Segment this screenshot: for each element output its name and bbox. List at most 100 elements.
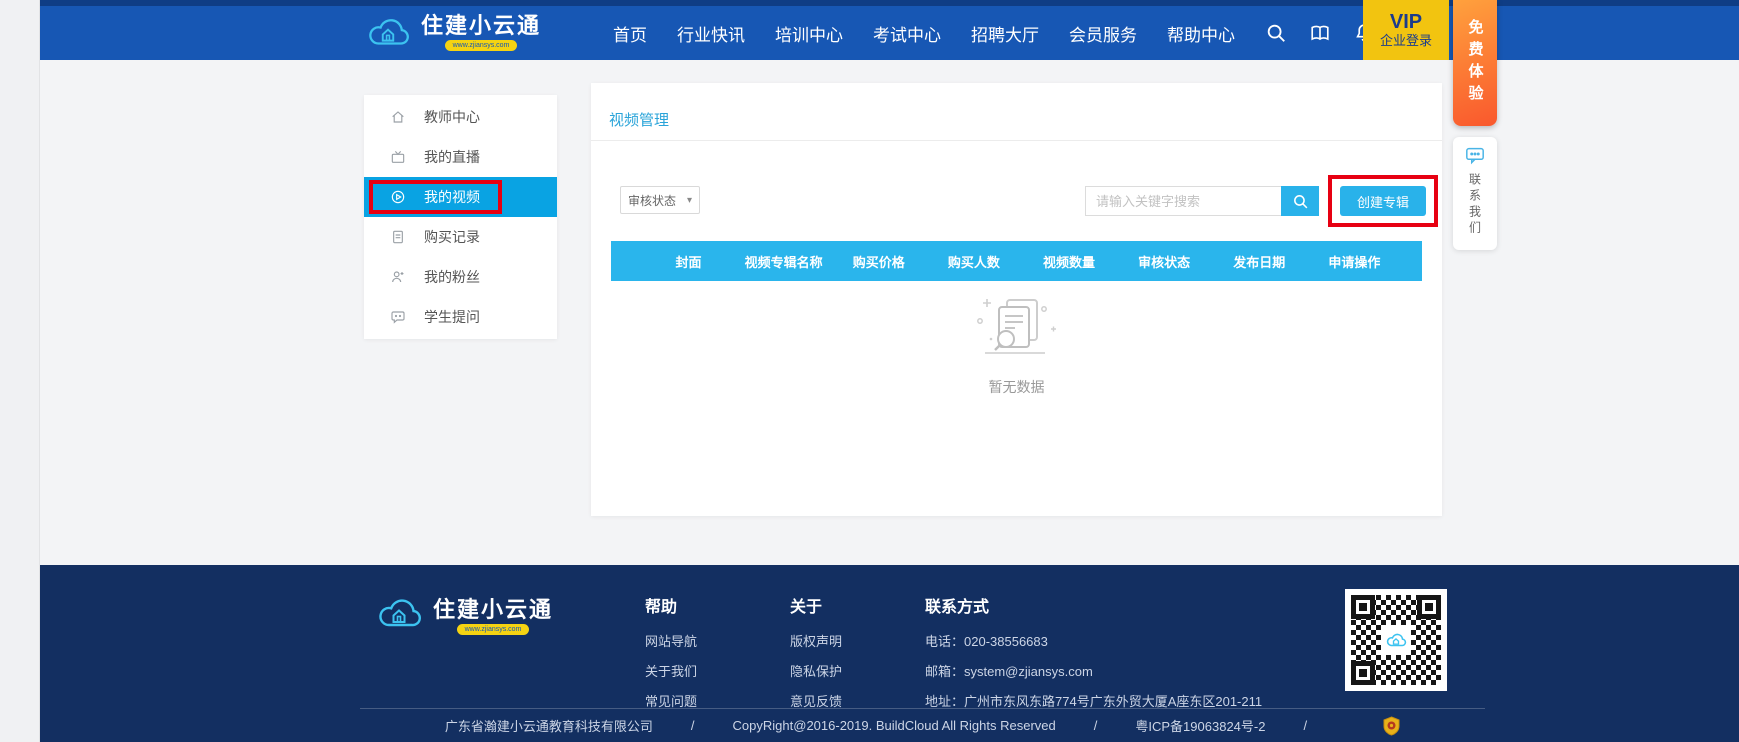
qr-pattern bbox=[1351, 595, 1441, 685]
empty-state: 暂无数据 bbox=[591, 295, 1442, 397]
cloud-logo-icon bbox=[375, 593, 423, 640]
sidebar: 教师中心 我的直播 我的视频 购买记录 我的粉丝 学生提问 bbox=[364, 95, 557, 339]
logo-text-block: 住建小云通 www.zjiansys.com bbox=[421, 15, 541, 51]
comment-icon bbox=[390, 309, 406, 325]
sidebar-item-label: 学生提问 bbox=[424, 307, 480, 327]
footer-email: 邮箱：system@zjiansys.com bbox=[925, 661, 1262, 680]
tv-icon bbox=[390, 149, 406, 165]
separator: / bbox=[1303, 718, 1307, 733]
video-management-panel: 视频管理 审核状态 ▾ 创建专辑 封面 视频专辑名称 购买价格 购买人数 视频数… bbox=[591, 83, 1442, 516]
logo-subtext: www.zjiansys.com bbox=[445, 40, 518, 51]
nav-item-exam-center[interactable]: 考试中心 bbox=[873, 21, 941, 46]
audit-status-value: 审核状态 bbox=[628, 192, 676, 209]
chat-bubble-icon bbox=[1465, 147, 1485, 165]
title-divider bbox=[591, 140, 1442, 141]
sidebar-item-label: 我的直播 bbox=[424, 147, 480, 167]
search-button[interactable] bbox=[1281, 186, 1319, 216]
cloud-logo-icon bbox=[365, 13, 411, 53]
gov-badge-icon[interactable] bbox=[1383, 716, 1400, 736]
footer-logo-text-block: 住建小云通 www.zjiansys.com bbox=[433, 599, 553, 635]
sidebar-item-my-live[interactable]: 我的直播 bbox=[364, 137, 557, 177]
copyright-text: CopyRight@2016-2019. BuildCloud All Righ… bbox=[733, 718, 1056, 733]
sidebar-item-student-questions[interactable]: 学生提问 bbox=[364, 297, 557, 337]
footer-column-about: 关于 版权声明 隐私保护 意见反馈 bbox=[790, 593, 842, 721]
nav-item-member-services[interactable]: 会员服务 bbox=[1069, 21, 1137, 46]
separator: / bbox=[691, 718, 695, 733]
column-header-actions: 申请操作 bbox=[1307, 252, 1402, 271]
separator: / bbox=[1094, 718, 1098, 733]
sidebar-item-my-fans[interactable]: 我的粉丝 bbox=[364, 257, 557, 297]
book-icon[interactable] bbox=[1309, 22, 1331, 44]
column-header-cover: 封面 bbox=[641, 252, 736, 271]
sidebar-item-my-videos-active[interactable]: 我的视频 bbox=[364, 177, 557, 217]
sidebar-item-label: 教师中心 bbox=[424, 107, 480, 127]
sidebar-item-purchase-records[interactable]: 购买记录 bbox=[364, 217, 557, 257]
footer-link-site-nav[interactable]: 网站导航 bbox=[645, 631, 697, 650]
sidebar-item-label: 我的粉丝 bbox=[424, 267, 480, 287]
column-header-publish-date: 发布日期 bbox=[1212, 252, 1307, 271]
play-circle-icon bbox=[390, 189, 406, 205]
contact-us-label: 联系我们 bbox=[1467, 173, 1484, 237]
footer-link-about-us[interactable]: 关于我们 bbox=[645, 661, 697, 680]
vip-label: VIP bbox=[1390, 11, 1422, 33]
footer-link-copyright-notice[interactable]: 版权声明 bbox=[790, 631, 842, 650]
site-logo[interactable]: 住建小云通 www.zjiansys.com bbox=[365, 13, 541, 53]
footer: 住建小云通 www.zjiansys.com 帮助 网站导航 关于我们 常见问题… bbox=[40, 565, 1739, 742]
vip-enterprise-login-button[interactable]: VIP 企业登录 bbox=[1363, 0, 1449, 60]
user-plus-icon bbox=[390, 269, 406, 285]
search-icon[interactable] bbox=[1265, 22, 1287, 44]
column-header-album-name: 视频专辑名称 bbox=[736, 252, 831, 271]
nav-item-training-center[interactable]: 培训中心 bbox=[775, 21, 843, 46]
nav-item-job-hall[interactable]: 招聘大厅 bbox=[971, 21, 1039, 46]
qr-center-logo bbox=[1381, 625, 1411, 655]
nav-item-industry-news[interactable]: 行业快讯 bbox=[677, 21, 745, 46]
footer-contact-title: 联系方式 bbox=[925, 593, 1262, 617]
footer-link-privacy[interactable]: 隐私保护 bbox=[790, 661, 842, 680]
enterprise-login-label: 企业登录 bbox=[1380, 33, 1432, 49]
footer-about-title: 关于 bbox=[790, 593, 842, 617]
nav-item-help-center[interactable]: 帮助中心 bbox=[1167, 21, 1235, 46]
free-trial-tab[interactable]: 免费体验 bbox=[1453, 0, 1497, 126]
footer-help-title: 帮助 bbox=[645, 593, 697, 617]
nav-item-home[interactable]: 首页 bbox=[613, 21, 647, 46]
footer-phone: 电话：020-38556683 bbox=[925, 631, 1262, 650]
logo-name: 住建小云通 bbox=[421, 15, 541, 37]
table-header-row: 封面 视频专辑名称 购买价格 购买人数 视频数量 审核状态 发布日期 申请操作 bbox=[611, 241, 1422, 281]
qr-code bbox=[1345, 589, 1447, 691]
qr-marker-icon bbox=[1417, 595, 1441, 619]
qr-marker-icon bbox=[1351, 595, 1375, 619]
column-header-audit-status: 审核状态 bbox=[1117, 252, 1212, 271]
qr-marker-icon bbox=[1351, 661, 1375, 685]
footer-logo-name: 住建小云通 bbox=[433, 599, 553, 621]
column-header-buyers: 购买人数 bbox=[926, 252, 1021, 271]
footer-bottom-bar: 广东省瀚建小云通教育科技有限公司 / CopyRight@2016-2019. … bbox=[360, 709, 1485, 742]
sidebar-item-label: 我的视频 bbox=[424, 187, 480, 207]
keyword-search-input[interactable] bbox=[1085, 186, 1281, 216]
column-header-video-count: 视频数量 bbox=[1022, 252, 1117, 271]
search-bar bbox=[1085, 186, 1319, 216]
free-trial-label: 免费体验 bbox=[1465, 19, 1486, 107]
footer-column-contact: 联系方式 电话：020-38556683 邮箱：system@zjiansys.… bbox=[925, 593, 1262, 721]
page: 住建小云通 www.zjiansys.com 首页 行业快讯 培训中心 考试中心… bbox=[0, 0, 1739, 742]
company-name: 广东省瀚建小云通教育科技有限公司 bbox=[445, 716, 653, 735]
sidebar-item-label: 购买记录 bbox=[424, 227, 480, 247]
sidebar-item-teacher-center[interactable]: 教师中心 bbox=[364, 97, 557, 137]
footer-logo: 住建小云通 www.zjiansys.com bbox=[375, 593, 553, 640]
column-header-price: 购买价格 bbox=[831, 252, 926, 271]
audit-status-select[interactable]: 审核状态 ▾ bbox=[620, 186, 700, 214]
footer-column-help: 帮助 网站导航 关于我们 常见问题 bbox=[645, 593, 697, 721]
nav-menu: 首页 行业快讯 培训中心 考试中心 招聘大厅 会员服务 帮助中心 bbox=[613, 21, 1235, 46]
icp-number[interactable]: 粤ICP备19063824号-2 bbox=[1135, 716, 1265, 735]
search-icon bbox=[1292, 193, 1309, 210]
no-data-icon bbox=[971, 295, 1063, 367]
empty-state-text: 暂无数据 bbox=[989, 377, 1045, 397]
chevron-down-icon: ▾ bbox=[687, 195, 692, 206]
left-gutter bbox=[0, 0, 40, 742]
create-album-button[interactable]: 创建专辑 bbox=[1340, 186, 1426, 216]
home-icon bbox=[390, 109, 406, 125]
contact-us-widget[interactable]: 联系我们 bbox=[1453, 137, 1497, 250]
annotation-box-create-album: 创建专辑 bbox=[1328, 175, 1438, 227]
page-title: 视频管理 bbox=[609, 109, 669, 130]
file-icon bbox=[390, 229, 406, 245]
footer-logo-subtext: www.zjiansys.com bbox=[457, 624, 530, 635]
